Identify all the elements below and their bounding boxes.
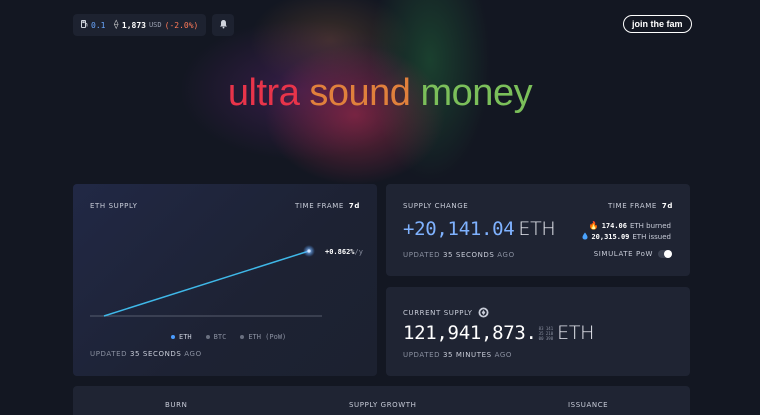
decimals-line: 00 398: [538, 335, 554, 341]
toggle-switch[interactable]: [658, 250, 672, 258]
fuel-pump-icon: [81, 20, 88, 30]
issued-row: 20,315.09 ETH issued: [582, 232, 671, 242]
burned-label: ETH burned: [629, 221, 671, 230]
eth-supply-line: [103, 250, 310, 317]
current-supply-value: 121,941,873. 83 141 35 210 00 398 ETH: [403, 322, 594, 344]
issued-value: 20,315.09: [591, 233, 630, 241]
hero-word-sound: sound: [309, 72, 411, 114]
tab-supply-growth[interactable]: SUPPLY GROWTH: [349, 401, 417, 409]
bell-icon: [219, 19, 228, 32]
tab-burn[interactable]: BURN: [165, 401, 187, 409]
supply-change-updated: UPDATED 35 SECONDS AGO: [403, 251, 515, 259]
eth-supply-updated: UPDATED 35 SECONDS AGO: [90, 350, 202, 358]
chart-end-point-core: [307, 249, 311, 253]
legend-item-eth-pow[interactable]: ETH (PoW): [240, 333, 286, 341]
time-frame-label: TIME FRAME: [295, 202, 344, 210]
legend-label-eth: ETH: [179, 333, 192, 341]
fire-icon: 🔥: [588, 221, 599, 230]
supply-change-label: SUPPLY CHANGE: [403, 202, 469, 210]
eth-supply-card: ETH SUPPLY TIME FRAME 7d +0.862%/y ETH BT…: [73, 184, 377, 376]
updated-value: 35 MINUTES: [442, 351, 492, 359]
supply-change-unit: ETH: [518, 218, 556, 240]
eth-supply-label: ETH SUPPLY: [90, 202, 138, 210]
supply-change-value: +20,141.04 ETH: [403, 218, 556, 240]
bottom-tabs-card: BURN SUPPLY GROWTH ISSUANCE: [73, 386, 690, 415]
legend-label-eth-pow: ETH (PoW): [248, 333, 287, 341]
current-supply-decimals: 83 141 35 210 00 398: [539, 326, 553, 341]
eth-supply-chart: +0.862%/y: [90, 245, 363, 317]
legend-item-eth[interactable]: ETH: [171, 333, 192, 341]
hero-word-money: money: [420, 72, 533, 114]
growth-unit: /y: [355, 248, 363, 256]
tab-issuance[interactable]: ISSUANCE: [568, 401, 608, 409]
currency-label: USD: [148, 21, 162, 29]
updated-suffix: AGO: [494, 351, 512, 359]
simulate-pow-label: SIMULATE PoW: [593, 250, 653, 258]
supply-growth-annotation: +0.862%/y: [325, 248, 363, 256]
updated-prefix: UPDATED: [403, 351, 441, 359]
burned-row: 🔥 174.06 ETH burned: [589, 221, 671, 230]
updated-prefix: UPDATED: [403, 251, 441, 259]
current-supply-header: CURRENT SUPPLY: [403, 303, 489, 322]
hero-word-ultra: ultra: [227, 72, 300, 114]
supply-change-time-frame[interactable]: TIME FRAME 7d: [608, 202, 673, 210]
notifications-button[interactable]: [212, 14, 235, 36]
price-change: (-2.0%): [164, 20, 199, 30]
growth-value: +0.862%: [325, 248, 355, 256]
droplet-icon: [582, 232, 588, 242]
current-supply-unit: ETH: [557, 322, 595, 344]
updated-suffix: AGO: [497, 251, 515, 259]
current-supply-updated: UPDATED 35 MINUTES AGO: [403, 351, 512, 359]
updated-suffix: AGO: [184, 350, 202, 358]
price-widget[interactable]: 0.1 ⟠ 1,873 USD (-2.0%): [73, 14, 207, 36]
current-supply-label: CURRENT SUPPLY: [403, 308, 473, 317]
supply-change-card: SUPPLY CHANGE TIME FRAME 7d +20,141.04 ETH…: [386, 184, 690, 276]
issued-label: ETH issued: [632, 233, 671, 241]
legend-label-btc: BTC: [213, 333, 227, 341]
time-frame-value: 7d: [661, 202, 673, 210]
join-the-fam-button[interactable]: join the fam: [623, 15, 692, 33]
simulate-pow-toggle[interactable]: SIMULATE PoW: [594, 250, 672, 258]
ethereum-icon: ⟠: [113, 20, 119, 30]
eth-price-value: 1,873: [121, 20, 146, 30]
chart-legend: ETH BTC ETH (PoW): [171, 333, 300, 341]
legend-item-btc[interactable]: BTC: [205, 333, 227, 341]
updated-prefix: UPDATED: [90, 350, 128, 358]
ultrasound-logo-icon: [478, 303, 489, 322]
page-title: ultra sound money: [0, 72, 760, 115]
time-frame-selector[interactable]: TIME FRAME 7d: [295, 202, 360, 210]
current-supply-number: 121,941,873.: [403, 322, 537, 344]
time-frame-label: TIME FRAME: [608, 202, 657, 210]
legend-dot-eth: [171, 335, 175, 339]
burned-value: 174.06: [601, 221, 627, 230]
legend-dot-btc: [205, 335, 210, 339]
current-supply-card: CURRENT SUPPLY 121,941,873. 83 141 35 21…: [386, 287, 690, 376]
top-bar: 0.1 ⟠ 1,873 USD (-2.0%): [73, 14, 235, 36]
supply-change-number: +20,141.04: [403, 218, 515, 240]
toggle-knob: [664, 250, 672, 258]
updated-value: 35 SECONDS: [129, 350, 182, 358]
legend-dot-eth-pow: [240, 335, 245, 339]
gas-price-value: 0.1: [91, 20, 106, 30]
time-frame-value: 7d: [348, 202, 360, 210]
updated-value: 35 SECONDS: [442, 251, 495, 259]
